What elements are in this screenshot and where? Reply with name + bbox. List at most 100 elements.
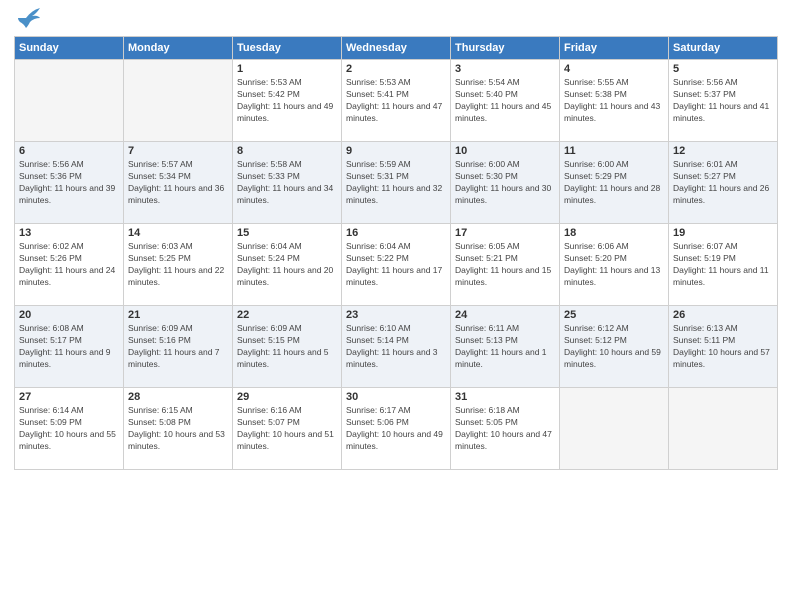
day-number: 20 [19, 309, 119, 321]
calendar-week-row: 6Sunrise: 5:56 AMSunset: 5:36 PMDaylight… [15, 142, 778, 224]
sunrise-text: Sunrise: 5:59 AM [346, 159, 411, 169]
calendar-cell: 16Sunrise: 6:04 AMSunset: 5:22 PMDayligh… [342, 224, 451, 306]
day-header-tuesday: Tuesday [233, 37, 342, 60]
sunrise-text: Sunrise: 6:11 AM [455, 323, 519, 333]
daylight-text: Daylight: 11 hours and 36 minutes. [128, 183, 224, 205]
day-info: Sunrise: 5:58 AM Sunset: 5:33 PM Daylight:… [237, 159, 337, 207]
sunrise-text: Sunrise: 6:00 AM [455, 159, 520, 169]
daylight-text: Daylight: 11 hours and 49 minutes. [237, 101, 333, 123]
day-header-thursday: Thursday [451, 37, 560, 60]
sunrise-text: Sunrise: 6:04 AM [346, 241, 411, 251]
day-info: Sunrise: 6:14 AM Sunset: 5:09 PM Daylight:… [19, 405, 119, 453]
calendar-cell: 22Sunrise: 6:09 AMSunset: 5:15 PMDayligh… [233, 306, 342, 388]
day-header-sunday: Sunday [15, 37, 124, 60]
day-number: 26 [673, 309, 773, 321]
sunset-text: Sunset: 5:11 PM [673, 335, 735, 345]
day-number: 13 [19, 227, 119, 239]
day-number: 5 [673, 63, 773, 75]
sunset-text: Sunset: 5:16 PM [128, 335, 191, 345]
sunrise-text: Sunrise: 6:09 AM [128, 323, 193, 333]
day-info: Sunrise: 6:04 AMSunset: 5:24 PMDaylight:… [237, 241, 337, 289]
sunrise-text: Sunrise: 6:18 AM [455, 405, 520, 415]
daylight-text: Daylight: 10 hours and 57 minutes. [673, 347, 770, 369]
sunset-text: Sunset: 5:21 PM [455, 253, 518, 263]
sunrise-text: Sunrise: 6:03 AM [128, 241, 193, 251]
daylight-text: Daylight: 11 hours and 34 minutes. [237, 183, 333, 205]
daylight-text: Daylight: 10 hours and 55 minutes. [19, 429, 116, 451]
day-number: 11 [564, 145, 664, 157]
sunrise-text: Sunrise: 6:05 AM [455, 241, 520, 251]
day-info: Sunrise: 5:54 AMSunset: 5:40 PMDaylight:… [455, 77, 555, 125]
sunset-text: Sunset: 5:09 PM [19, 417, 82, 427]
day-number: 23 [346, 309, 446, 321]
sunrise-text: Sunrise: 5:55 AM [564, 77, 629, 87]
calendar-cell: 19Sunrise: 6:07 AMSunset: 5:19 PMDayligh… [669, 224, 778, 306]
day-number: 18 [564, 227, 664, 239]
day-info: Sunrise: 5:53 AMSunset: 5:41 PMDaylight:… [346, 77, 446, 125]
day-number: 2 [346, 63, 446, 75]
calendar-cell: 11Sunrise: 6:00 AMSunset: 5:29 PMDayligh… [560, 142, 669, 224]
sunset-text: Sunset: 5:08 PM [128, 417, 191, 427]
day-info: Sunrise: 6:15 AMSunset: 5:08 PMDaylight:… [128, 405, 228, 453]
sunset-text: Sunset: 5:36 PM [19, 171, 82, 181]
daylight-text: Daylight: 11 hours and 7 minutes. [128, 347, 220, 369]
sunset-text: Sunset: 5:05 PM [455, 417, 518, 427]
sunrise-text: Sunrise: 6:04 AM [237, 241, 302, 251]
sunset-text: Sunset: 5:41 PM [346, 89, 409, 99]
day-number: 28 [128, 391, 228, 403]
sunset-text: Sunset: 5:33 PM [237, 171, 300, 181]
calendar-table: SundayMondayTuesdayWednesdayThursdayFrid… [14, 36, 778, 470]
daylight-text: Daylight: 11 hours and 13 minutes. [564, 265, 660, 287]
day-info: Sunrise: 6:13 AMSunset: 5:11 PMDaylight:… [673, 323, 773, 371]
calendar-cell: 29Sunrise: 6:16 AMSunset: 5:07 PMDayligh… [233, 388, 342, 470]
calendar-cell: 2 Sunrise: 5:53 AMSunset: 5:41 PMDaylight… [342, 60, 451, 142]
logo [14, 12, 40, 28]
sunset-text: Sunset: 5:42 PM [237, 89, 300, 99]
day-info: Sunrise: 6:17 AMSunset: 5:06 PMDaylight:… [346, 405, 446, 453]
sunset-text: Sunset: 5:29 PM [564, 171, 627, 181]
day-info: Sunrise: 5:56 AMSunset: 5:37 PMDaylight:… [673, 77, 773, 125]
calendar-cell: 27Sunrise: 6:14 AMSunset: 5:09 PMDayligh… [15, 388, 124, 470]
calendar-cell: 13Sunrise: 6:02 AMSunset: 5:26 PMDayligh… [15, 224, 124, 306]
day-info: Sunrise: 6:06 AMSunset: 5:20 PMDaylight:… [564, 241, 664, 289]
sunrise-text: Sunrise: 6:07 AM [673, 241, 738, 251]
sunrise-text: Sunrise: 6:10 AM [346, 323, 411, 333]
day-number: 24 [455, 309, 555, 321]
sunrise-text: Sunrise: 5:57 AM [128, 159, 193, 169]
day-number: 12 [673, 145, 773, 157]
sunrise-text: Sunrise: 6:00 AM [564, 159, 629, 169]
sunset-text: Sunset: 5:25 PM [128, 253, 191, 263]
day-number: 15 [237, 227, 337, 239]
sunset-text: Sunset: 5:12 PM [564, 335, 627, 345]
day-info: Sunrise: 5:55 AMSunset: 5:38 PMDaylight:… [564, 77, 664, 125]
day-number: 7 [128, 145, 228, 157]
day-number: 1 [237, 63, 337, 75]
calendar-cell: 21Sunrise: 6:09 AMSunset: 5:16 PMDayligh… [124, 306, 233, 388]
sunrise-text: Sunrise: 6:02 AM [19, 241, 84, 251]
sunset-text: Sunset: 5:30 PM [455, 171, 518, 181]
calendar-cell: 1Sunrise: 5:53 AMSunset: 5:42 PMDaylight… [233, 60, 342, 142]
daylight-text: Daylight: 11 hours and 9 minutes. [19, 347, 111, 369]
daylight-text: Daylight: 11 hours and 47 minutes. [346, 101, 442, 123]
day-number: 25 [564, 309, 664, 321]
day-number: 19 [673, 227, 773, 239]
calendar-cell: 10Sunrise: 6:00 AMSunset: 5:30 PMDayligh… [451, 142, 560, 224]
sunset-text: Sunset: 5:17 PM [19, 335, 82, 345]
sunrise-text: Sunrise: 6:14 AM [19, 405, 84, 415]
day-header-friday: Friday [560, 37, 669, 60]
day-info: Sunrise: 6:09 AM Sunset: 5:16 PM Daylight:… [128, 323, 228, 371]
calendar-container: SundayMondayTuesdayWednesdayThursdayFrid… [0, 0, 792, 612]
calendar-cell: 28 Sunrise: 6:15 AMSunset: 5:08 PMDayligh… [124, 388, 233, 470]
day-number: 3 [455, 63, 555, 75]
day-info: Sunrise: 6:00 AMSunset: 5:30 PMDaylight:… [455, 159, 555, 207]
calendar-cell: 18 Sunrise: 6:06 AMSunset: 5:20 PMDayligh… [560, 224, 669, 306]
day-header-monday: Monday [124, 37, 233, 60]
calendar-cell: 8Sunrise: 5:58 AMSunset: 5:33 PMDaylight… [233, 142, 342, 224]
sunrise-text: Sunrise: 6:12 AM [564, 323, 629, 333]
daylight-text: Daylight: 10 hours and 53 minutes. [128, 429, 225, 451]
day-info: Sunrise: 6:12 AMSunset: 5:12 PMDaylight:… [564, 323, 664, 371]
sunrise-text: Sunrise: 5:58 AM [237, 159, 302, 169]
daylight-text: Daylight: 11 hours and 20 minutes. [237, 265, 333, 287]
day-number: 10 [455, 145, 555, 157]
day-number: 30 [346, 391, 446, 403]
